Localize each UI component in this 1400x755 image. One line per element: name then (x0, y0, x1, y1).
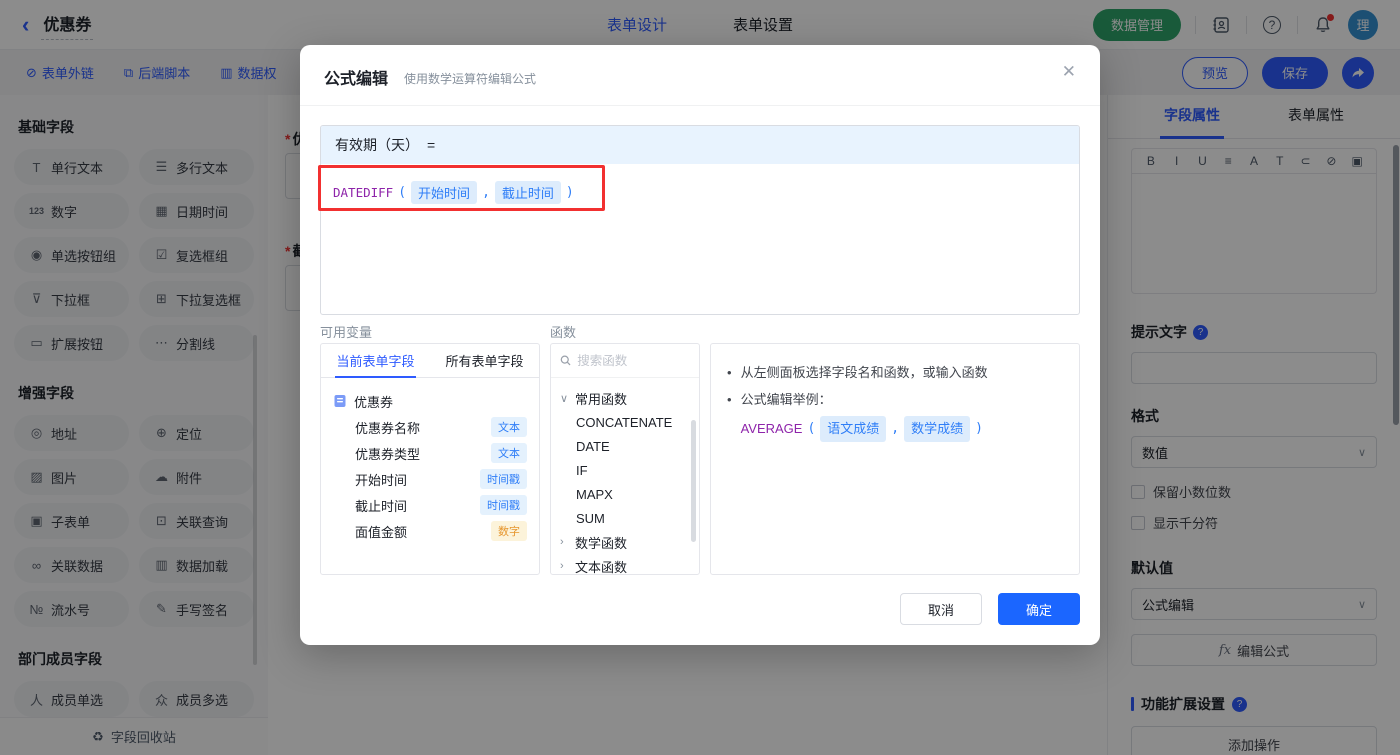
function-groups-closed: › 数学函数 › 文本函数 (551, 530, 699, 578)
app-window: ‹ 优惠券 表单设计 表单设置 数据管理 ? 理 ⊘ 表单外链 ⧉ 后端脚本 ▥… (0, 0, 1400, 755)
variable-name: 截止时间 (355, 498, 408, 514)
modal-title: 公式编辑 (324, 71, 389, 88)
document-icon (334, 395, 346, 407)
example-tokens: AVERAGE ( 语文成绩 , 数学成绩 ) (741, 416, 983, 442)
confirm-button[interactable]: 确定 (998, 593, 1080, 625)
search-icon (560, 355, 571, 366)
function-group-common[interactable]: ∨ 常用函数 (551, 386, 699, 410)
formula-expression: DATEDIFF ( 开始时间 , 截止时间 ) (331, 181, 574, 204)
example-formula: 公式编辑举例： AVERAGE ( 语文成绩 , 数学成绩) (741, 389, 1063, 442)
close-icon[interactable]: ✕ (1062, 62, 1076, 82)
function-group-label: 数学函数 (575, 535, 628, 551)
variable-name: 面值金额 (355, 524, 408, 540)
variable-type-badge: 文本 (491, 443, 527, 463)
variable-name: 优惠券名称 (355, 420, 421, 436)
formula-token[interactable]: 开始时间 (411, 181, 478, 204)
variables-panel: 当前表单字段 所有表单字段 优惠券 优惠券名称 文本 优惠券类型 文本 开始时间… (320, 343, 540, 575)
function-search[interactable] (551, 344, 699, 378)
variable-type-badge: 时间戳 (480, 469, 527, 489)
chevron-down-icon: ∨ (560, 392, 569, 405)
formula-help-panel: • 从左侧面板选择字段名和函数，或输入函数 • 公式编辑举例： AVERAGE … (710, 343, 1080, 575)
variable-type-badge: 数字 (491, 521, 527, 541)
function-search-input[interactable] (577, 353, 690, 368)
variables-tree: 优惠券 优惠券名称 文本 优惠券类型 文本 开始时间 时间戳 截止时间 时间戳 … (321, 378, 539, 554)
function-list: ∨ 常用函数 CONCATENATE DATE IF MAPX SUM › 数学… (551, 378, 699, 578)
formula-token: ( (807, 421, 816, 436)
formula-token: , (891, 421, 900, 436)
formula-token[interactable]: ( (398, 185, 406, 200)
formula-token: 语文成绩 (820, 416, 887, 442)
function-item[interactable]: IF (551, 458, 699, 482)
chevron-right-icon: › (560, 536, 564, 548)
form-node-label: 优惠券 (354, 394, 394, 410)
variable-list: 优惠券名称 文本 优惠券类型 文本 开始时间 时间戳 截止时间 时间戳 面值金额… (333, 414, 527, 544)
formula-token: ) (975, 421, 983, 436)
formula-target-band: 有效期（天） = (321, 126, 1079, 164)
bullet: • (727, 392, 732, 407)
formula-token[interactable]: DATEDIFF (333, 185, 393, 200)
functions-label: 函数 (550, 325, 577, 340)
tab-current-form-fields[interactable]: 当前表单字段 (321, 344, 430, 378)
formula-editor-box[interactable]: 有效期（天） = DATEDIFF ( 开始时间 , 截止时间 ) (320, 125, 1080, 315)
variable-type-badge: 文本 (491, 417, 527, 437)
function-list-scrollbar[interactable] (691, 420, 696, 542)
variable-type-badge: 时间戳 (480, 495, 527, 515)
variables-tabs: 当前表单字段 所有表单字段 (321, 344, 539, 378)
equals-sign: = (427, 137, 436, 153)
function-group-label: 文本函数 (575, 559, 628, 575)
variable-row[interactable]: 开始时间 时间戳 (333, 466, 527, 492)
functions-panel: ∨ 常用函数 CONCATENATE DATE IF MAPX SUM (550, 343, 700, 575)
function-item[interactable]: SUM (551, 506, 699, 530)
help-tip-1: • 从左侧面板选择字段名和函数，或输入函数 (727, 362, 1063, 384)
function-item[interactable]: CONCATENATE (551, 410, 699, 434)
tab-all-form-fields[interactable]: 所有表单字段 (430, 344, 539, 377)
function-group[interactable]: › 文本函数 (551, 554, 699, 578)
formula-token[interactable]: , (482, 185, 490, 200)
function-group[interactable]: › 数学函数 (551, 530, 699, 554)
form-node[interactable]: 优惠券 (333, 388, 527, 414)
formula-token: AVERAGE (740, 421, 803, 436)
variable-row[interactable]: 面值金额 数字 (333, 518, 527, 544)
formula-target-field: 有效期（天） (335, 137, 419, 153)
function-group-label: 常用函数 (575, 391, 628, 407)
variables-label: 可用变量 (320, 325, 373, 340)
modal-subtitle: 使用数学运算符编辑公式 (404, 72, 537, 86)
chevron-right-icon: › (560, 560, 564, 572)
formula-editor-modal: 公式编辑 使用数学运算符编辑公式 ✕ 有效期（天） = DATEDIFF ( 开… (300, 45, 1100, 645)
help-tip-2: • 公式编辑举例： AVERAGE ( 语文成绩 , 数学成绩) (727, 389, 1063, 442)
formula-token[interactable]: 截止时间 (494, 181, 561, 204)
cancel-button[interactable]: 取消 (900, 593, 982, 625)
variable-name: 开始时间 (355, 472, 408, 488)
function-item[interactable]: MAPX (551, 482, 699, 506)
function-items: CONCATENATE DATE IF MAPX SUM (551, 410, 699, 530)
variable-row[interactable]: 优惠券名称 文本 (333, 414, 527, 440)
variable-name: 优惠券类型 (355, 446, 421, 462)
divider (300, 105, 1100, 106)
variable-row[interactable]: 优惠券类型 文本 (333, 440, 527, 466)
formula-token[interactable]: ) (566, 185, 574, 200)
bullet: • (727, 365, 732, 380)
function-item[interactable]: DATE (551, 434, 699, 458)
example-prefix: 公式编辑举例： (740, 392, 832, 407)
formula-token: 数学成绩 (904, 416, 971, 442)
variable-row[interactable]: 截止时间 时间戳 (333, 492, 527, 518)
